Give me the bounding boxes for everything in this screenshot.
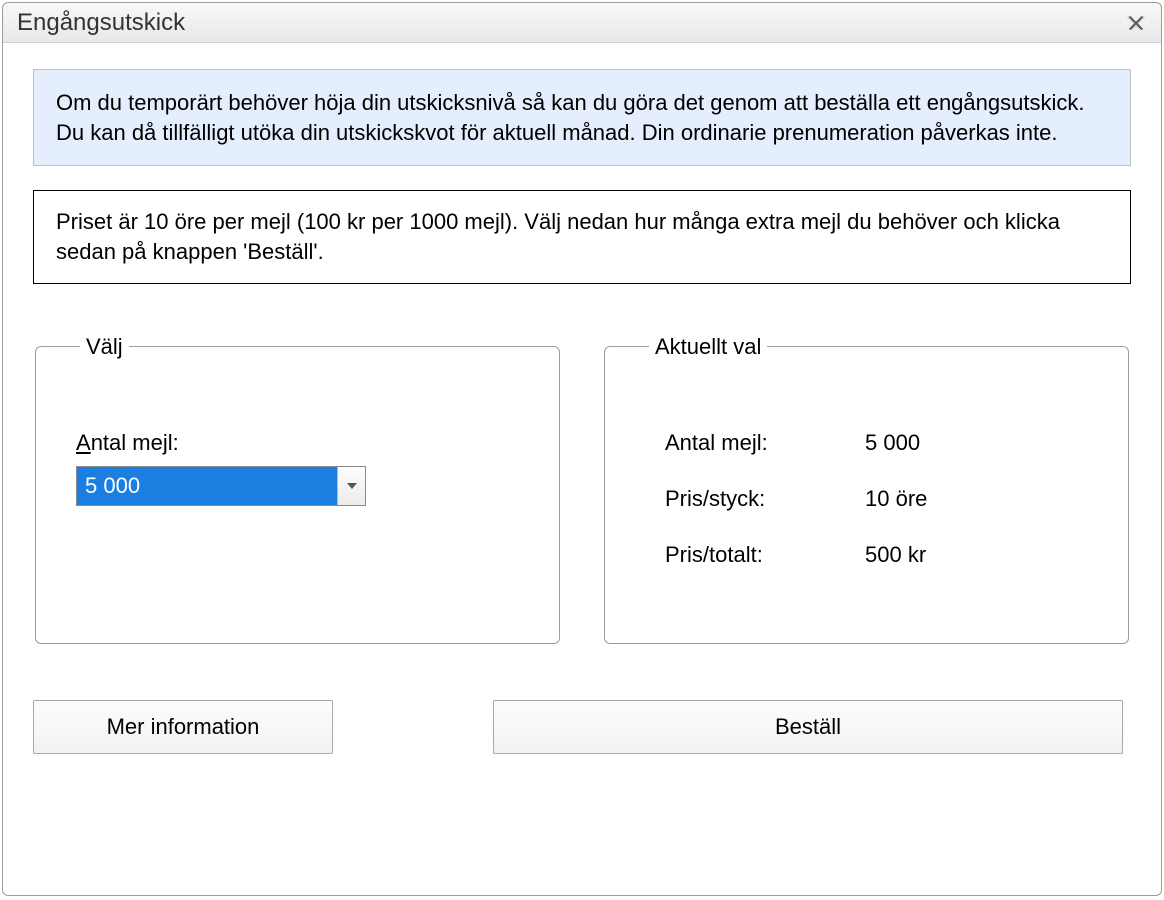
dialog-window: Engångsutskick Om du temporärt behöver h… xyxy=(2,2,1162,896)
panels-row: Välj Antal mejl: 5 000 Aktuellt val Anta… xyxy=(33,334,1131,644)
quantity-label-rest: ntal mejl: xyxy=(91,430,179,455)
select-panel: Välj Antal mejl: 5 000 xyxy=(35,334,560,644)
total-price-value: 500 kr xyxy=(865,542,1088,568)
more-info-button[interactable]: Mer information xyxy=(33,700,333,754)
select-panel-legend: Välj xyxy=(80,334,129,360)
qty-label: Antal mejl: xyxy=(665,430,865,456)
dialog-content: Om du temporärt behöver höja din utskick… xyxy=(3,43,1161,895)
quantity-label-accel: A xyxy=(76,430,91,455)
current-selection-table: Antal mejl: 5 000 Pris/styck: 10 öre Pri… xyxy=(665,430,1088,568)
info-banner: Om du temporärt behöver höja din utskick… xyxy=(33,69,1131,166)
quantity-combobox[interactable]: 5 000 xyxy=(76,466,366,506)
order-button[interactable]: Beställ xyxy=(493,700,1123,754)
titlebar: Engångsutskick xyxy=(3,3,1161,43)
total-price-label: Pris/totalt: xyxy=(665,542,865,568)
unit-price-label: Pris/styck: xyxy=(665,486,865,512)
button-row: Mer information Beställ xyxy=(33,700,1131,754)
window-title: Engångsutskick xyxy=(17,9,1125,37)
close-icon[interactable] xyxy=(1125,12,1147,34)
chevron-down-icon[interactable] xyxy=(337,467,365,505)
qty-value: 5 000 xyxy=(865,430,1088,456)
quantity-combobox-value[interactable]: 5 000 xyxy=(77,467,337,505)
current-selection-panel: Aktuellt val Antal mejl: 5 000 Pris/styc… xyxy=(604,334,1129,644)
price-instructions: Priset är 10 öre per mejl (100 kr per 10… xyxy=(33,190,1131,283)
quantity-label: Antal mejl: xyxy=(76,430,179,456)
current-selection-legend: Aktuellt val xyxy=(649,334,767,360)
unit-price-value: 10 öre xyxy=(865,486,1088,512)
